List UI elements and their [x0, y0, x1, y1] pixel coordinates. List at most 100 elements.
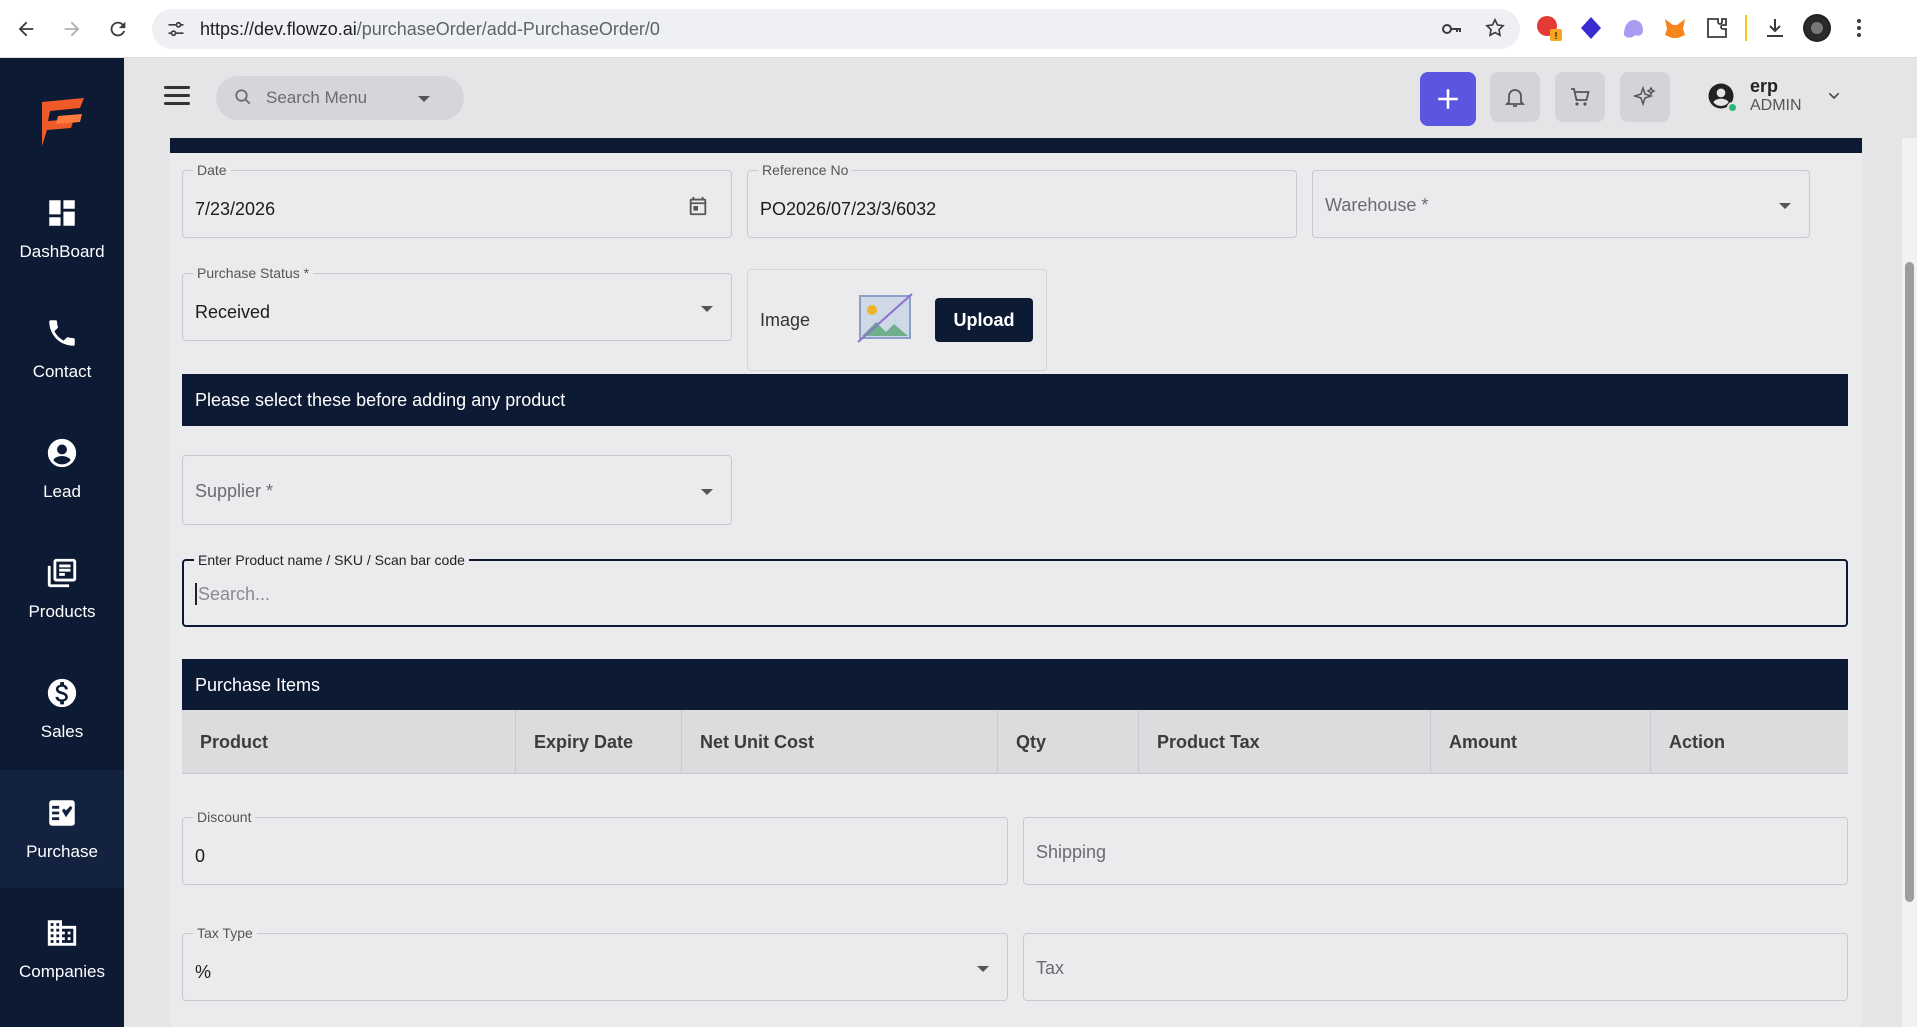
sidebar-item-purchase[interactable]: Purchase: [0, 770, 124, 888]
date-value: 7/23/2026: [195, 199, 276, 219]
discount-value: 0: [195, 846, 206, 866]
sidebar-item-products[interactable]: Products: [0, 530, 124, 648]
extension-puzzle-icon[interactable]: [1703, 14, 1731, 42]
ai-assistant-button[interactable]: [1620, 72, 1670, 122]
extension-fox-icon[interactable]: [1661, 14, 1689, 42]
sidebar-item-label: Companies: [19, 962, 105, 981]
flowzo-logo[interactable]: [36, 94, 92, 150]
column-expiry-date: Expiry Date: [516, 710, 682, 774]
purchase-items-table-header: Product Expiry Date Net Unit Cost Qty Pr…: [182, 710, 1848, 774]
purchase-items-title: Purchase Items: [182, 659, 1848, 711]
chevron-down-icon: [701, 489, 713, 495]
form-header-strip: [170, 138, 1862, 153]
sidebar-item-dashboard[interactable]: DashBoard: [0, 170, 124, 288]
download-icon[interactable]: [1761, 14, 1789, 42]
extension-ghost-icon[interactable]: [1619, 14, 1647, 42]
column-product-tax: Product Tax: [1139, 710, 1431, 774]
product-search-label: Enter Product name / SKU / Scan bar code: [194, 552, 469, 568]
address-bar-actions: [1440, 17, 1506, 41]
dollar-icon: [47, 678, 77, 708]
date-field[interactable]: Date 7/23/2026: [182, 162, 732, 238]
reference-no-field[interactable]: Reference No PO2026/07/23/3/6032: [747, 162, 1297, 238]
extension-alert-icon[interactable]: !: [1535, 14, 1563, 42]
extension-diamond-icon[interactable]: [1577, 14, 1605, 42]
column-qty: Qty: [998, 710, 1139, 774]
app-header: Search Menu erp ADMIN: [124, 58, 1902, 138]
image-label: Image: [760, 310, 811, 330]
product-search-placeholder: Search...: [198, 584, 271, 604]
sidebar-item-contact[interactable]: Contact: [0, 290, 124, 408]
image-placeholder-icon: [857, 293, 913, 343]
discount-label: Discount: [193, 809, 256, 825]
calendar-icon[interactable]: [687, 195, 709, 217]
account-circle-icon: [47, 438, 77, 468]
upload-button[interactable]: Upload: [935, 298, 1033, 342]
companies-icon: [47, 920, 77, 946]
sidebar-item-companies[interactable]: Companies: [0, 890, 124, 1008]
shipping-placeholder: Shipping: [1036, 842, 1107, 862]
extensions-area: !: [1535, 14, 1873, 42]
browser-toolbar: https://dev.flowzo.ai/purchaseOrder/add-…: [0, 0, 1917, 58]
arrow-left-icon: [18, 21, 34, 36]
column-action: Action: [1669, 731, 1725, 752]
add-new-button[interactable]: [1420, 72, 1476, 126]
chevron-down-icon: [1779, 203, 1791, 209]
browser-menu-icon[interactable]: [1845, 14, 1873, 42]
tax-type-select[interactable]: Tax Type %: [182, 925, 1008, 1001]
supplier-select[interactable]: Supplier *: [182, 455, 732, 525]
profile-avatar[interactable]: [1803, 14, 1831, 42]
dashboard-icon: [49, 200, 75, 226]
reference-no-value: PO2026/07/23/3/6032: [760, 199, 937, 219]
purchase-status-label: Purchase Status *: [193, 265, 314, 281]
user-menu[interactable]: erp ADMIN: [1706, 76, 1842, 116]
tax-type-label: Tax Type: [193, 925, 257, 941]
tax-field[interactable]: Tax: [1023, 933, 1848, 1001]
search-menu-placeholder: Search Menu: [266, 88, 368, 107]
menu-toggle-icon[interactable]: [164, 86, 190, 106]
sidebar-item-label: Contact: [32, 362, 92, 381]
online-status-dot: [1727, 102, 1738, 113]
user-avatar: [1706, 81, 1738, 113]
shipping-field[interactable]: Shipping: [1023, 817, 1848, 885]
address-bar[interactable]: https://dev.flowzo.ai/purchaseOrder/add-…: [152, 9, 1520, 49]
warehouse-placeholder: Warehouse *: [1325, 195, 1429, 215]
chevron-down-icon[interactable]: [1826, 88, 1842, 104]
tax-placeholder: Tax: [1036, 958, 1065, 978]
forward-button[interactable]: [52, 9, 92, 49]
purchase-status-select[interactable]: Purchase Status * Received: [182, 265, 732, 341]
sidebar-item-label: Purchase: [26, 842, 98, 861]
sidebar-item-sales[interactable]: Sales: [0, 650, 124, 768]
key-icon[interactable]: [1440, 17, 1464, 41]
scrollbar-thumb[interactable]: [1905, 262, 1914, 902]
sidebar-item-label: Lead: [43, 482, 81, 501]
sparkle-icon: [1633, 85, 1656, 107]
warehouse-select[interactable]: Warehouse *: [1312, 170, 1810, 238]
site-settings-icon[interactable]: [166, 19, 186, 39]
sidebar: DashBoard Contact Lead Products Sales Pu…: [0, 58, 124, 1027]
column-net-unit-cost: Net Unit Cost: [682, 710, 998, 774]
url-path: /purchaseOrder/add-PurchaseOrder/0: [356, 18, 660, 39]
search-menu-input[interactable]: Search Menu: [216, 76, 464, 120]
cart-icon: [1571, 88, 1590, 106]
toolbar-divider: [1745, 15, 1747, 41]
sidebar-item-label: DashBoard: [19, 242, 105, 261]
notifications-button[interactable]: [1490, 72, 1540, 122]
chevron-down-icon: [977, 966, 989, 972]
discount-field[interactable]: Discount 0: [182, 809, 1008, 885]
sidebar-item-lead[interactable]: Lead: [0, 410, 124, 528]
date-label: Date: [193, 162, 231, 178]
reload-button[interactable]: [98, 9, 138, 49]
product-search-field[interactable]: Enter Product name / SKU / Scan bar code…: [182, 552, 1848, 627]
search-icon: [235, 89, 251, 105]
products-icon: [47, 558, 77, 588]
page-scrollbar[interactable]: [1902, 138, 1917, 1027]
arrow-right-icon: [64, 21, 80, 36]
cart-button[interactable]: [1555, 72, 1605, 122]
back-button[interactable]: [6, 9, 46, 49]
sidebar-item-label: Products: [28, 602, 96, 621]
purchase-icon: [49, 800, 75, 826]
reload-icon: [110, 21, 126, 36]
tax-type-value: %: [195, 962, 212, 982]
star-icon[interactable]: [1484, 17, 1506, 39]
column-amount: Amount: [1431, 710, 1651, 774]
